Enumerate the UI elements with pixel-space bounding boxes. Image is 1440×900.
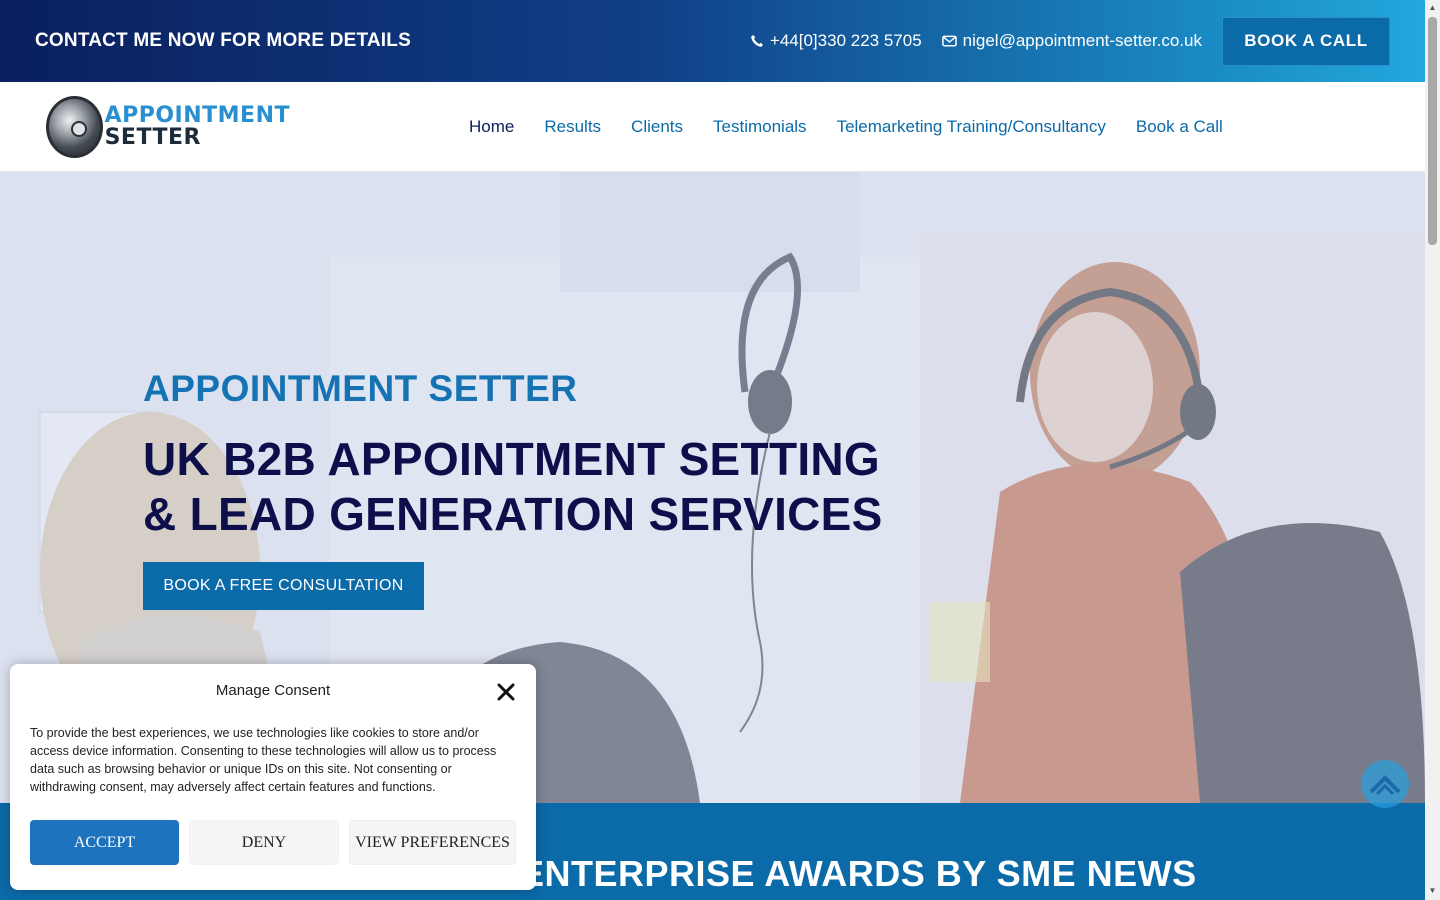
hero-headline-line-1: UK B2B APPOINTMENT SETTING — [143, 433, 881, 485]
nav-item-results[interactable]: Results — [544, 117, 601, 137]
awards-title: ENTERPRISE AWARDS BY SME NEWS — [520, 853, 1197, 894]
phone-link[interactable]: +44[0]330 223 5705 — [750, 31, 922, 51]
nav-item-book-a-call[interactable]: Book a Call — [1136, 117, 1223, 137]
email-link[interactable]: nigel@appointment-setter.co.uk — [941, 31, 1202, 51]
scroll-up-arrow-icon[interactable]: ▲ — [1428, 3, 1437, 12]
top-bar-tagline: CONTACT ME NOW FOR MORE DETAILS — [35, 30, 411, 51]
hero-kicker: APPOINTMENT SETTER — [143, 368, 578, 409]
logo-line-2: SETTER — [104, 125, 201, 150]
top-bar: CONTACT ME NOW FOR MORE DETAILS +44[0]33… — [0, 0, 1425, 82]
logo-line-1: APPOINTMENT — [104, 103, 290, 128]
consent-dialog: Manage Consent To provide the best exper… — [10, 664, 536, 890]
envelope-icon — [941, 35, 957, 47]
nav-item-testimonials[interactable]: Testimonials — [713, 117, 807, 137]
phone-number: +44[0]330 223 5705 — [769, 31, 922, 50]
chevron-up-icon — [1369, 775, 1401, 796]
site-header: APPOINTMENT SETTER Home Results Clients … — [0, 82, 1425, 172]
page-scrollbar[interactable]: ▲ ▼ — [1425, 0, 1440, 900]
logo-text: APPOINTMENT SETTER — [105, 105, 290, 149]
scroll-to-top-button[interactable] — [1361, 760, 1409, 808]
hero-headline: UK B2B APPOINTMENT SETTING & LEAD GENERA… — [143, 432, 883, 542]
accept-button[interactable]: ACCEPT — [30, 820, 179, 865]
deny-button[interactable]: DENY — [189, 820, 339, 865]
consent-text: To provide the best experiences, we use … — [30, 726, 497, 794]
book-a-call-button[interactable]: BOOK A CALL — [1222, 16, 1390, 66]
phone-icon — [751, 35, 763, 47]
scroll-down-arrow-icon[interactable]: ▼ — [1428, 886, 1437, 895]
view-preferences-button[interactable]: VIEW PREFERENCES — [349, 820, 516, 865]
nav-item-home[interactable]: Home — [469, 117, 514, 137]
nav-item-telemarketing-training[interactable]: Telemarketing Training/Consultancy — [837, 117, 1106, 137]
nav-item-clients[interactable]: Clients — [631, 117, 683, 137]
email-address: nigel@appointment-setter.co.uk — [962, 31, 1202, 50]
scrollbar-thumb[interactable] — [1428, 17, 1437, 245]
book-free-consultation-button[interactable]: BOOK A FREE CONSULTATION — [143, 562, 424, 610]
site-logo[interactable]: APPOINTMENT SETTER — [40, 92, 290, 162]
main-nav: Home Results Clients Testimonials Telema… — [469, 82, 1253, 172]
hero-content: APPOINTMENT SETTER UK B2B APPOINTMENT SE… — [143, 368, 883, 610]
consent-title: Manage Consent — [215, 682, 331, 699]
logo-disc-icon — [46, 96, 103, 158]
hero-headline-line-2: & LEAD GENERATION SERVICES — [143, 488, 883, 540]
close-icon[interactable] — [496, 682, 516, 702]
